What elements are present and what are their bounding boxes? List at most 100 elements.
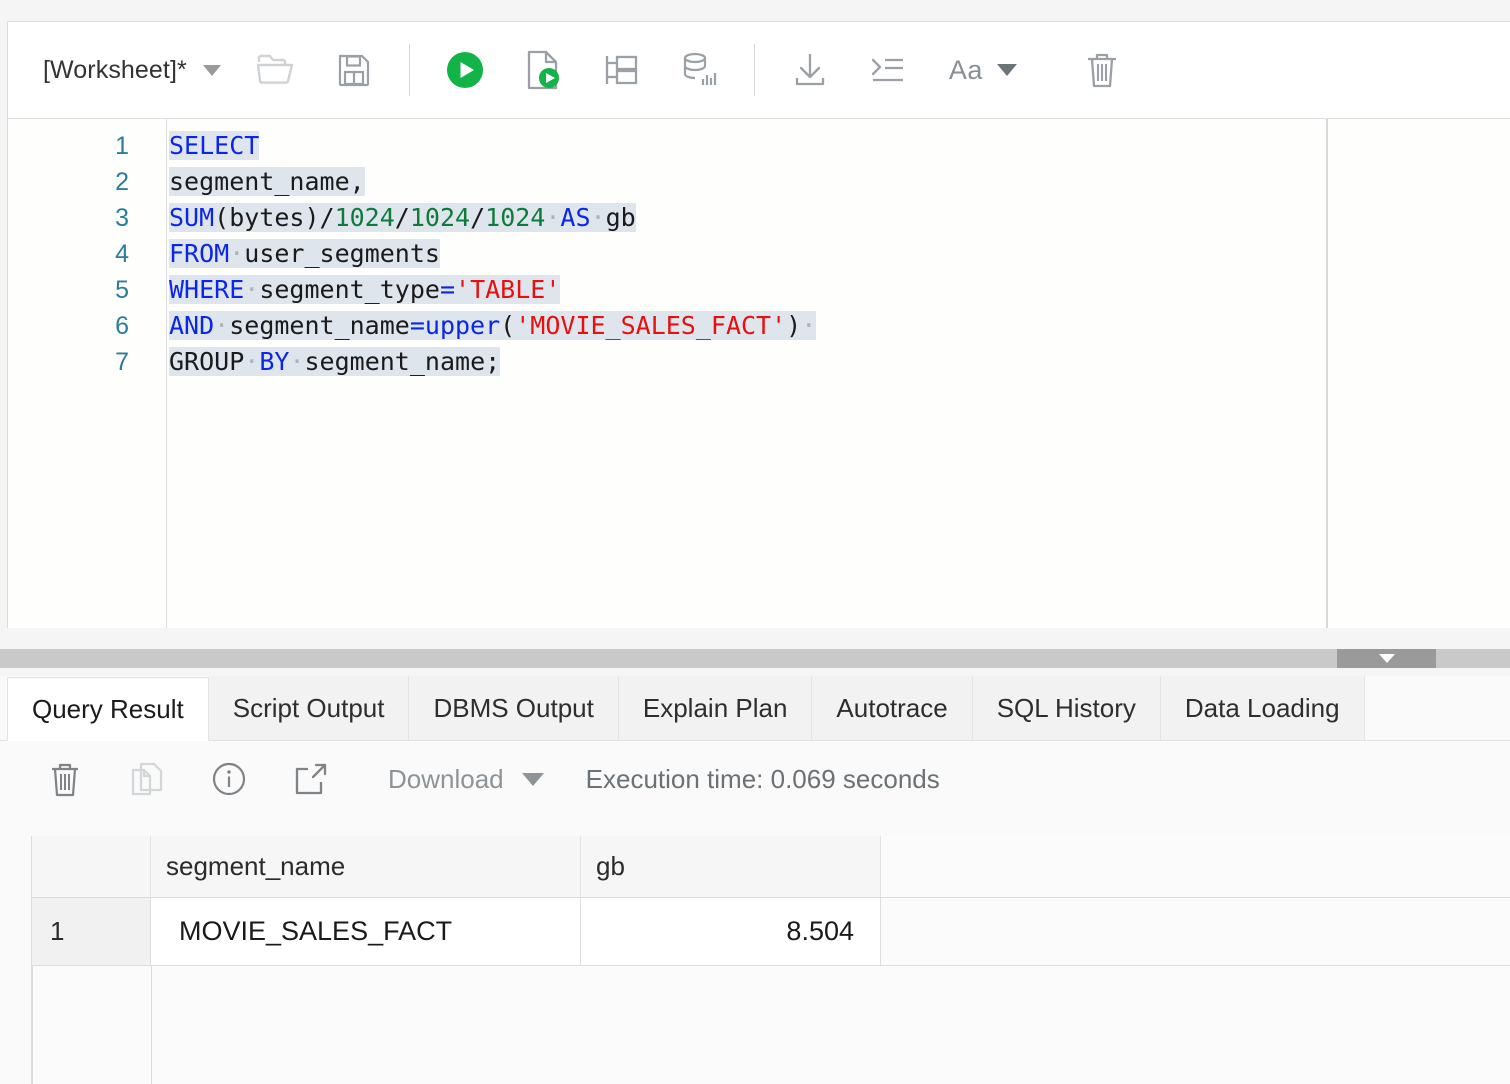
trash-icon (49, 761, 81, 797)
code-token: segment_name; (305, 347, 501, 376)
code-line[interactable]: 2segment_name, (8, 164, 1510, 200)
code-line[interactable]: 7GROUP·BY·segment_name; (8, 344, 1510, 380)
results-grid[interactable]: segment_name gb 1 MOVIE_SALES_FACT 8.504 (31, 836, 1510, 1084)
code-line-text[interactable]: GROUP·BY·segment_name; (169, 344, 500, 380)
grid-header-segment-name[interactable]: segment_name (151, 836, 581, 897)
chevron-down-icon[interactable] (203, 65, 221, 76)
folder-open-icon (256, 53, 296, 87)
code-token: AS (560, 203, 590, 232)
code-line-text[interactable]: SUM(bytes)/1024/1024/1024·AS·gb (169, 200, 636, 236)
code-token: 'MOVIE_SALES_FACT' (515, 311, 786, 340)
code-line[interactable]: 1 SELECT (8, 128, 1510, 164)
floppy-disk-icon (337, 53, 371, 87)
format-button[interactable] (857, 39, 919, 101)
tab-sql-history[interactable]: SQL History (973, 676, 1161, 740)
code-line-text[interactable]: SELECT (169, 128, 259, 164)
worksheet-toolbar: [Worksheet]* (8, 22, 1510, 119)
tab-label: Explain Plan (643, 693, 788, 724)
code-line-text[interactable]: FROM·user_segments (169, 236, 440, 272)
code-line[interactable]: 5 WHERE·segment_type='TABLE' (8, 272, 1510, 308)
cell-gb[interactable]: 8.504 (581, 898, 881, 965)
download-button[interactable] (779, 39, 841, 101)
tab-dbms-output[interactable]: DBMS Output (409, 676, 618, 740)
code-token: segment_name, (169, 167, 365, 196)
code-token: gb (606, 203, 636, 232)
code-line[interactable]: 6AND·segment_name=upper('MOVIE_SALES_FAC… (8, 308, 1510, 344)
grid-empty-area (32, 966, 1510, 1084)
autotrace-button[interactable] (668, 39, 730, 101)
code-token: ( (500, 311, 515, 340)
open-in-new-button[interactable] (282, 750, 340, 808)
tab-query-result[interactable]: Query Result (7, 677, 209, 741)
tab-explain-plan[interactable]: Explain Plan (619, 676, 813, 740)
line-number: 5 (8, 272, 133, 308)
results-toolbar: Download Execution time: 0.069 seconds (0, 741, 1510, 817)
sql-worksheet-app: [Worksheet]* (0, 0, 1510, 1084)
tab-label: Script Output (233, 693, 385, 724)
code-token: (bytes) (214, 203, 319, 232)
format-indent-icon (869, 54, 907, 86)
code-token: ) (786, 311, 801, 340)
toolbar-divider (409, 44, 410, 96)
cell-filler (881, 898, 1510, 965)
chevron-down-icon[interactable] (997, 64, 1017, 76)
clear-button[interactable] (1071, 39, 1133, 101)
toolbar-divider-2 (754, 44, 755, 96)
code-line-text[interactable]: segment_name, (169, 164, 365, 200)
splitter-collapse-button[interactable] (1337, 649, 1436, 668)
chevron-down-icon[interactable] (522, 773, 544, 786)
code-line[interactable]: 3SUM(bytes)/1024/1024/1024·AS·gb (8, 200, 1510, 236)
code-token: BY (259, 347, 289, 376)
run-script-button[interactable] (512, 39, 574, 101)
grid-header-gb[interactable]: gb (581, 836, 881, 897)
tab-label: Data Loading (1185, 693, 1340, 724)
clear-result-button[interactable] (36, 750, 94, 808)
tab-autotrace[interactable]: Autotrace (812, 676, 972, 740)
execution-time-label: Execution time: 0.069 seconds (586, 764, 940, 795)
tab-script-output[interactable]: Script Output (209, 676, 410, 740)
code-line-text[interactable]: AND·segment_name=upper('MOVIE_SALES_FACT… (169, 308, 816, 344)
info-circle-icon (211, 761, 247, 797)
code-token: / (470, 203, 485, 232)
line-number: 3 (8, 200, 133, 236)
code-token: · (244, 275, 259, 304)
code-token: upper (425, 311, 500, 340)
code-line-text[interactable]: WHERE·segment_type='TABLE' (169, 272, 560, 308)
horizontal-splitter[interactable] (0, 649, 1510, 668)
code-token: · (244, 347, 259, 376)
download-results-button[interactable]: Download (388, 764, 504, 795)
explain-plan-icon (602, 53, 640, 87)
results-tab-bar: Query Result Script Output DBMS Output Expl… (0, 676, 1510, 741)
save-button[interactable] (323, 39, 385, 101)
line-number: 1 (8, 128, 133, 164)
sql-code-area[interactable]: 1SELECT2segment_name,3SUM(bytes)/1024/10… (8, 128, 1510, 380)
code-token: GROUP (169, 347, 244, 376)
code-token: / (395, 203, 410, 232)
code-token: · (545, 203, 560, 232)
code-token: · (214, 311, 229, 340)
run-statement-button[interactable] (434, 39, 496, 101)
font-size-button[interactable]: Aa (943, 39, 1023, 101)
database-chart-icon (680, 51, 718, 89)
row-number[interactable]: 1 (32, 898, 151, 965)
explain-plan-button[interactable] (590, 39, 652, 101)
code-token: · (229, 239, 244, 268)
tab-label: SQL History (997, 693, 1136, 724)
tab-data-loading[interactable]: Data Loading (1161, 676, 1365, 740)
cell-segment-name[interactable]: MOVIE_SALES_FACT (151, 898, 581, 965)
document-play-icon (525, 50, 561, 90)
code-token: segment_name (229, 311, 410, 340)
open-file-button[interactable] (245, 39, 307, 101)
code-token: · (801, 311, 816, 340)
result-info-button[interactable] (200, 750, 258, 808)
download-icon (791, 51, 829, 89)
table-row[interactable]: 1 MOVIE_SALES_FACT 8.504 (32, 898, 1510, 966)
copy-result-button[interactable] (118, 750, 176, 808)
code-token: = (440, 275, 455, 304)
grid-header-filler (881, 836, 1510, 897)
code-token: AND (169, 311, 214, 340)
code-token: user_segments (244, 239, 440, 268)
sql-editor[interactable]: 1SELECT2segment_name,3SUM(bytes)/1024/10… (8, 119, 1510, 628)
worksheet-title[interactable]: [Worksheet]* (43, 56, 187, 85)
code-line[interactable]: 4FROM·user_segments (8, 236, 1510, 272)
